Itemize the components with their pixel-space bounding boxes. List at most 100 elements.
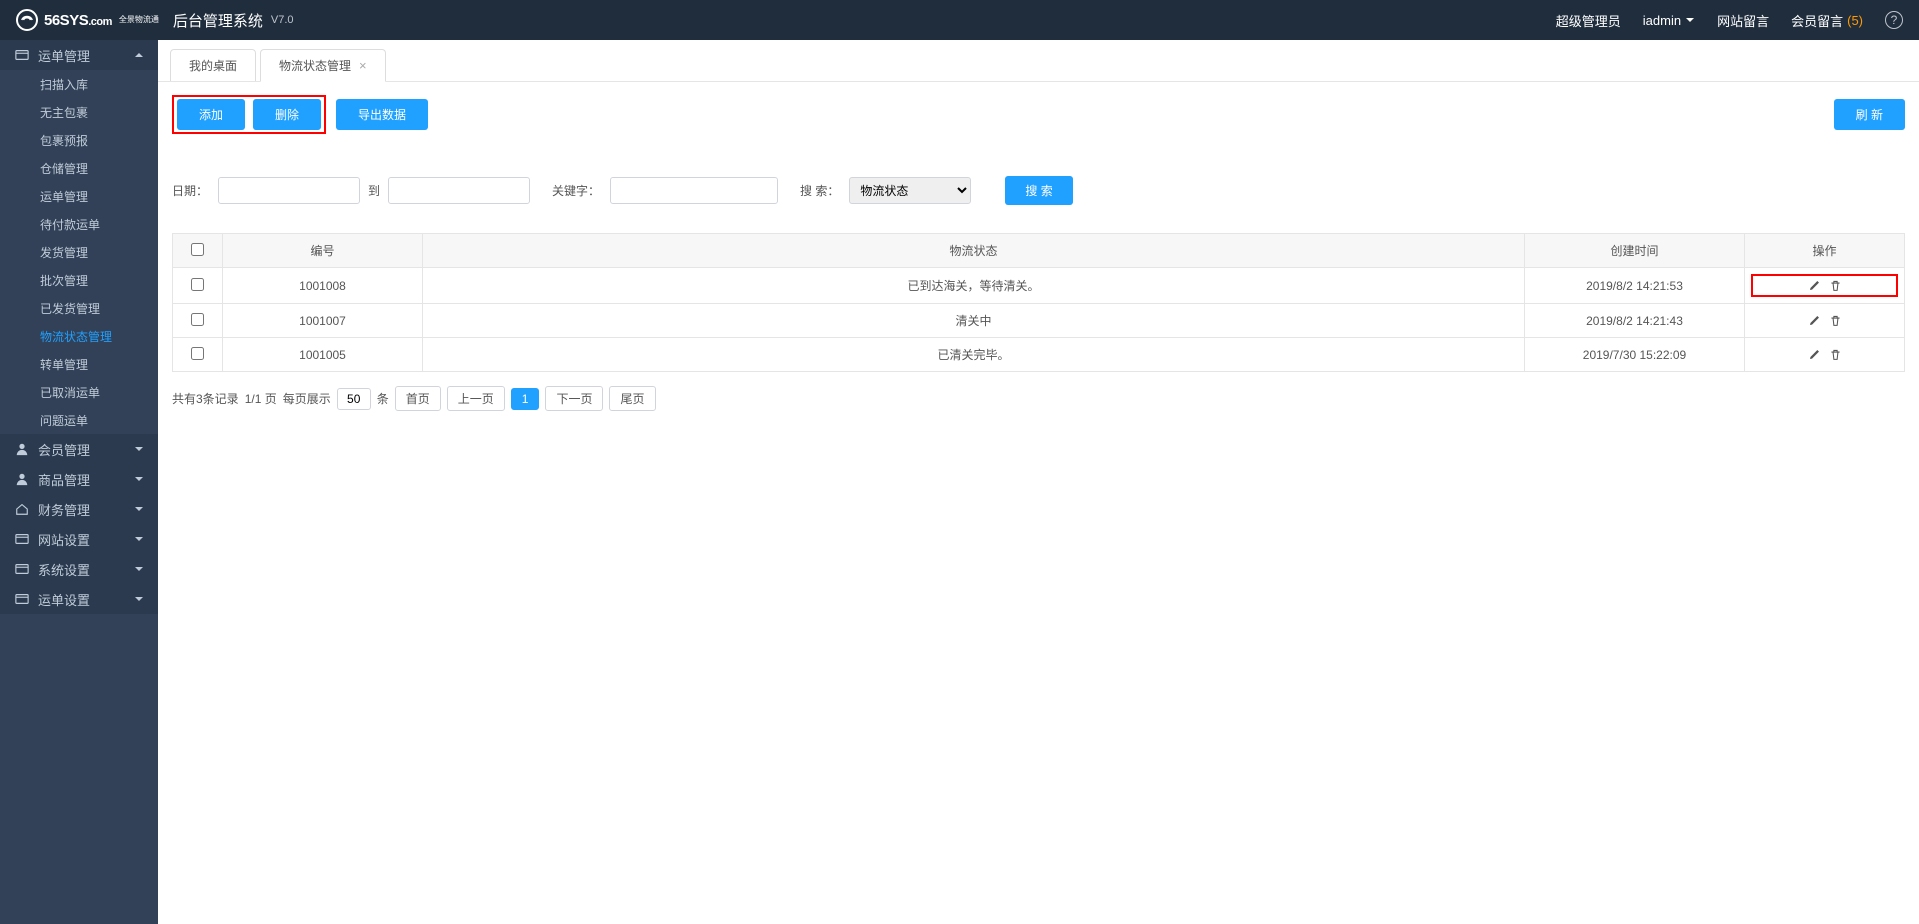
sidebar-item-2[interactable]: 包裹预报 bbox=[0, 126, 158, 154]
filter-bar: 日期： 到 关键字： 搜 索： 物流状态 搜 索 bbox=[172, 176, 1905, 205]
sidebar-item-9[interactable]: 物流状态管理 bbox=[0, 322, 158, 350]
logo-area: 56SYS.com 全景物流通 bbox=[16, 9, 159, 31]
menu-icon bbox=[14, 562, 30, 576]
top-header: 56SYS.com 全景物流通 后台管理系统 V7.0 超级管理员 iadmin… bbox=[0, 0, 1919, 40]
date-label: 日期： bbox=[172, 182, 208, 199]
row-checkbox[interactable] bbox=[191, 347, 204, 360]
help-icon[interactable]: ? bbox=[1885, 11, 1903, 29]
cell-ops bbox=[1745, 338, 1905, 372]
cell-id: 1001008 bbox=[223, 268, 423, 304]
cell-id: 1001005 bbox=[223, 338, 423, 372]
refresh-button[interactable]: 刷 新 bbox=[1834, 99, 1905, 130]
logo-text: 56SYS.com bbox=[44, 12, 112, 29]
select-all-checkbox[interactable] bbox=[191, 243, 204, 256]
table-row: 1001005已清关完毕。2019/7/30 15:22:09 bbox=[173, 338, 1905, 372]
pager-perpage-input[interactable] bbox=[337, 388, 371, 410]
sidebar-group-6[interactable]: 运单设置 bbox=[0, 584, 158, 614]
sidebar-group-1[interactable]: 会员管理 bbox=[0, 434, 158, 464]
cell-status: 清关中 bbox=[423, 304, 1525, 338]
menu-icon bbox=[14, 592, 30, 606]
delete-icon[interactable] bbox=[1829, 279, 1842, 292]
delete-icon[interactable] bbox=[1829, 314, 1842, 327]
cell-ops bbox=[1745, 268, 1905, 304]
pager-first[interactable]: 首页 bbox=[395, 386, 441, 411]
export-button[interactable]: 导出数据 bbox=[336, 99, 428, 130]
edit-icon[interactable] bbox=[1808, 348, 1821, 361]
sidebar-item-1[interactable]: 无主包裹 bbox=[0, 98, 158, 126]
menu-icon bbox=[14, 532, 30, 546]
edit-icon[interactable] bbox=[1808, 314, 1821, 327]
cell-time: 2019/7/30 15:22:09 bbox=[1525, 338, 1745, 372]
tab-1[interactable]: 物流状态管理× bbox=[260, 49, 386, 82]
member-message-link[interactable]: 会员留言 (5) bbox=[1791, 11, 1863, 30]
date-to-label: 到 bbox=[368, 182, 380, 199]
pager-perpage-label: 每页展示 bbox=[283, 390, 331, 407]
content-panel: 添加 删除 导出数据 刷 新 日期： 到 关键字： 搜 索： 物流状 bbox=[158, 82, 1919, 924]
delete-button[interactable]: 删除 bbox=[253, 99, 321, 130]
table-row: 1001007清关中2019/8/2 14:21:43 bbox=[173, 304, 1905, 338]
sidebar-item-11[interactable]: 已取消运单 bbox=[0, 378, 158, 406]
sidebar-item-7[interactable]: 批次管理 bbox=[0, 266, 158, 294]
chevron-down-icon bbox=[134, 442, 144, 457]
col-header-0 bbox=[173, 234, 223, 268]
delete-icon[interactable] bbox=[1829, 348, 1842, 361]
chevron-up-icon bbox=[134, 48, 144, 63]
cell-status: 已清关完毕。 bbox=[423, 338, 1525, 372]
pager-page-1[interactable]: 1 bbox=[511, 388, 540, 410]
chevron-down-icon bbox=[134, 592, 144, 607]
sidebar-item-0[interactable]: 扫描入库 bbox=[0, 70, 158, 98]
sidebar-group-3[interactable]: 财务管理 bbox=[0, 494, 158, 524]
sidebar-item-6[interactable]: 发货管理 bbox=[0, 238, 158, 266]
keyword-input[interactable] bbox=[610, 177, 778, 204]
keyword-label: 关键字： bbox=[552, 182, 600, 199]
menu-icon bbox=[14, 48, 30, 62]
sidebar-group-4[interactable]: 网站设置 bbox=[0, 524, 158, 554]
date-to-input[interactable] bbox=[388, 177, 530, 204]
pager-next[interactable]: 下一页 bbox=[545, 386, 603, 411]
date-from-input[interactable] bbox=[218, 177, 360, 204]
site-message-link[interactable]: 网站留言 bbox=[1717, 11, 1769, 30]
sidebar-item-3[interactable]: 仓储管理 bbox=[0, 154, 158, 182]
sidebar-group-5[interactable]: 系统设置 bbox=[0, 554, 158, 584]
member-message-count: (5) bbox=[1847, 13, 1863, 28]
pagination: 共有3条记录 1/1 页 每页展示 条 首页 上一页 1 下一页 尾页 bbox=[172, 386, 1905, 411]
cell-id: 1001007 bbox=[223, 304, 423, 338]
main-area: 我的桌面物流状态管理× 添加 删除 导出数据 刷 新 日期： 到 关键字： bbox=[158, 40, 1919, 924]
search-button[interactable]: 搜 索 bbox=[1005, 176, 1072, 205]
chevron-down-icon bbox=[134, 472, 144, 487]
chevron-down-icon bbox=[134, 502, 144, 517]
chevron-down-icon bbox=[1685, 15, 1695, 25]
chevron-down-icon bbox=[134, 532, 144, 547]
pager-prev[interactable]: 上一页 bbox=[447, 386, 505, 411]
col-header-4: 操作 bbox=[1745, 234, 1905, 268]
sidebar-item-8[interactable]: 已发货管理 bbox=[0, 294, 158, 322]
cell-time: 2019/8/2 14:21:43 bbox=[1525, 304, 1745, 338]
logo-subtitle: 全景物流通 bbox=[119, 16, 159, 24]
chevron-down-icon bbox=[134, 562, 144, 577]
toolbar: 添加 删除 导出数据 刷 新 bbox=[172, 95, 1905, 134]
sidebar-item-10[interactable]: 转单管理 bbox=[0, 350, 158, 378]
col-header-1: 编号 bbox=[223, 234, 423, 268]
menu-icon bbox=[14, 442, 30, 456]
header-right: 超级管理员 iadmin 网站留言 会员留言 (5) ? bbox=[1556, 11, 1903, 30]
table-wrap: 编号物流状态创建时间操作 1001008已到达海关，等待清关。2019/8/2 … bbox=[172, 233, 1905, 372]
row-checkbox[interactable] bbox=[191, 313, 204, 326]
search-type-select[interactable]: 物流状态 bbox=[849, 177, 971, 204]
sidebar-group-0[interactable]: 运单管理 bbox=[0, 40, 158, 70]
sidebar-item-5[interactable]: 待付款运单 bbox=[0, 210, 158, 238]
sidebar-item-4[interactable]: 运单管理 bbox=[0, 182, 158, 210]
system-version: V7.0 bbox=[271, 14, 294, 26]
row-checkbox[interactable] bbox=[191, 278, 204, 291]
tab-close-icon[interactable]: × bbox=[359, 58, 367, 73]
sidebar-item-12[interactable]: 问题运单 bbox=[0, 406, 158, 434]
data-table: 编号物流状态创建时间操作 1001008已到达海关，等待清关。2019/8/2 … bbox=[172, 233, 1905, 372]
system-title: 后台管理系统 bbox=[173, 10, 263, 31]
user-name: iadmin bbox=[1643, 13, 1681, 28]
tab-0[interactable]: 我的桌面 bbox=[170, 49, 256, 81]
menu-icon bbox=[14, 472, 30, 486]
sidebar-group-2[interactable]: 商品管理 bbox=[0, 464, 158, 494]
edit-icon[interactable] bbox=[1808, 279, 1821, 292]
add-button[interactable]: 添加 bbox=[177, 99, 245, 130]
user-dropdown[interactable]: iadmin bbox=[1643, 13, 1695, 28]
pager-last[interactable]: 尾页 bbox=[609, 386, 655, 411]
